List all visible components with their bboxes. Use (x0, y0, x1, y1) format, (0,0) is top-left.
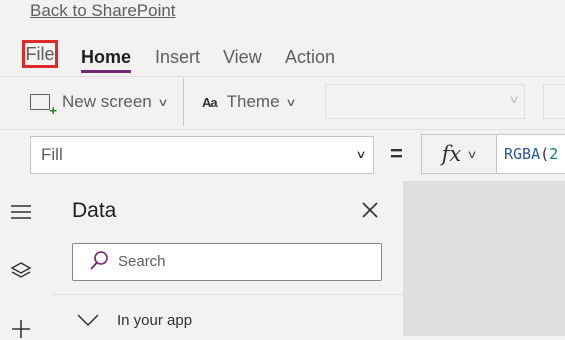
pane-divider (52, 294, 403, 295)
formula-arg: 2 (549, 145, 559, 163)
chevron-down-icon: ∨ (466, 148, 478, 161)
disabled-dropdown: ∨ (325, 84, 525, 119)
tab-view[interactable]: View (223, 44, 262, 70)
chevron-down-icon: ∨ (508, 94, 520, 106)
canvas-area[interactable] (404, 181, 565, 336)
fx-icon: fx (441, 142, 462, 166)
toolbar-divider (183, 78, 184, 126)
tab-action[interactable]: Action (285, 44, 335, 70)
tab-home[interactable]: Home (81, 44, 131, 70)
formula-function: RGBA (504, 145, 541, 163)
theme-button[interactable]: Aa Theme ∨ (202, 90, 297, 114)
search-icon (90, 251, 108, 270)
equals-sign: = (390, 141, 403, 166)
new-screen-label: New screen (62, 92, 152, 111)
formula-input[interactable]: RGBA(2 (496, 134, 565, 174)
theme-label: Theme (226, 92, 280, 111)
fx-button[interactable]: fx ∨ (421, 134, 497, 174)
formula-paren: ( (540, 145, 550, 163)
chevron-down-icon: ∨ (284, 96, 297, 109)
chevron-down-icon: ∨ (157, 96, 169, 109)
new-screen-button[interactable]: New screen ∨ (30, 90, 169, 118)
property-value: Fill (41, 145, 63, 164)
layers-icon[interactable] (10, 260, 32, 282)
disabled-dropdown-2 (543, 84, 565, 119)
close-icon[interactable] (360, 200, 380, 220)
theme-icon: Aa (202, 94, 218, 110)
back-to-sharepoint-link[interactable]: Back to SharePoint (30, 0, 176, 22)
in-your-app-section-toggle[interactable]: In your app (76, 308, 192, 332)
chevron-down-icon: ∨ (355, 149, 367, 161)
section-label: In your app (117, 311, 193, 329)
new-screen-icon (30, 94, 57, 118)
pane-title: Data (72, 199, 117, 222)
plus-icon[interactable] (10, 318, 32, 340)
search-placeholder: Search (118, 253, 166, 270)
property-dropdown[interactable]: Fill ∨ (30, 136, 374, 174)
hamburger-icon[interactable] (10, 203, 32, 221)
tab-file[interactable]: File (22, 40, 58, 68)
chevron-down-icon (77, 314, 99, 327)
tab-insert[interactable]: Insert (155, 44, 200, 70)
active-tab-indicator (81, 70, 131, 73)
